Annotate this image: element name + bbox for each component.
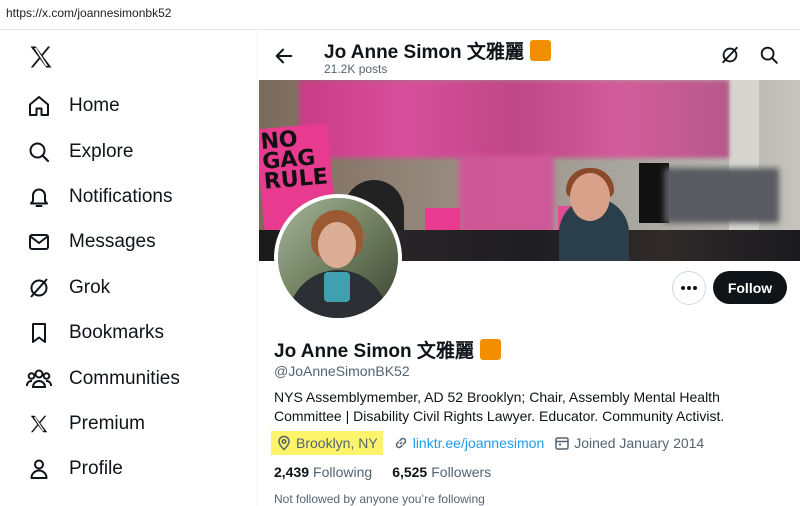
back-arrow-icon[interactable]	[273, 45, 295, 67]
sidebar-item-label: Home	[69, 95, 120, 116]
grok-icon[interactable]	[719, 44, 741, 66]
sidebar-item-label: Communities	[69, 368, 180, 389]
location-pin-icon	[276, 435, 292, 451]
sidebar-item-notifications[interactable]: Notifications	[16, 177, 173, 217]
following-link[interactable]: 2,439 Following	[274, 464, 372, 480]
profile-header-bar: Jo Anne Simon 文雅麗 21.2K posts	[259, 31, 800, 80]
followers-count: 6,525	[392, 464, 428, 480]
following-count: 2,439	[274, 464, 310, 480]
avatar-face	[318, 222, 356, 268]
ellipsis-icon	[681, 286, 697, 290]
affiliate-badge	[529, 40, 551, 61]
person-icon	[26, 456, 52, 482]
profile-link-item[interactable]: linktr.ee/joannesimon	[393, 435, 545, 451]
grok-icon	[26, 275, 52, 301]
sidebar-item-home[interactable]: Home	[16, 86, 120, 126]
location-text: Brooklyn, NY	[296, 435, 378, 451]
more-options-button[interactable]	[672, 271, 706, 305]
follow-button[interactable]: Follow	[713, 271, 787, 304]
search-icon	[26, 139, 52, 165]
not-followed-note: Not followed by anyone you’re following	[274, 492, 485, 506]
sidebar-item-messages[interactable]: Messages	[16, 222, 156, 262]
envelope-icon	[26, 229, 52, 255]
profile-name: Jo Anne Simon 文雅麗	[274, 341, 474, 362]
followers-link[interactable]: 6,525 Followers	[392, 464, 491, 480]
sidebar-item-label: Profile	[69, 458, 123, 479]
address-bar[interactable]: https://x.com/joannesimonbk52	[0, 0, 800, 30]
profile-meta: Brooklyn, NY linktr.ee/joannesimon Joine…	[271, 430, 704, 456]
banner-blurred-area	[299, 80, 729, 158]
avatar-shirt	[324, 272, 350, 302]
sidebar-item-label: Grok	[69, 277, 111, 298]
sidebar-item-profile[interactable]: Profile	[16, 449, 123, 489]
profile-bio: NYS Assemblymember, AD 52 Brooklyn; Chai…	[274, 389, 725, 424]
sidebar-item-label: Premium	[69, 413, 146, 434]
url-text[interactable]: https://x.com/joannesimonbk52	[6, 6, 171, 20]
sidebar: Home Explore Notifications Messages Grok…	[0, 31, 258, 506]
header-name: Jo Anne Simon 文雅麗	[324, 42, 524, 63]
sidebar-item-bookmarks[interactable]: Bookmarks	[16, 313, 164, 353]
sidebar-item-label: Bookmarks	[69, 322, 165, 343]
bell-icon	[26, 184, 52, 210]
x-logo-icon[interactable]	[27, 43, 55, 71]
following-label: Following	[313, 464, 373, 480]
header-title: Jo Anne Simon 文雅麗	[324, 37, 551, 64]
calendar-icon	[554, 435, 570, 451]
bookmark-icon	[26, 320, 52, 346]
sidebar-item-grok[interactable]: Grok	[16, 268, 110, 308]
profile-link[interactable]: linktr.ee/joannesimon	[413, 435, 545, 451]
sidebar-item-label: Notifications	[69, 186, 173, 207]
affiliate-badge	[479, 339, 501, 360]
profile-handle: @JoAnneSimonBK52	[274, 363, 410, 379]
banner-speaker-face	[570, 173, 610, 221]
sidebar-item-communities[interactable]: Communities	[16, 359, 180, 399]
banner-blurred-area	[459, 155, 554, 235]
sidebar-item-label: Messages	[69, 231, 156, 252]
banner-blurred-area	[664, 168, 779, 223]
followers-label: Followers	[431, 464, 492, 480]
sidebar-item-explore[interactable]: Explore	[16, 132, 133, 172]
people-icon	[26, 366, 52, 392]
profile-joined: Joined January 2014	[554, 435, 704, 451]
post-count: 21.2K posts	[324, 62, 388, 76]
profile-name-row: Jo Anne Simon 文雅麗	[274, 336, 501, 363]
profile-main: Jo Anne Simon 文雅麗 21.2K posts NO GAG RUL…	[259, 31, 800, 506]
joined-text: Joined January 2014	[574, 435, 705, 451]
home-icon	[26, 93, 52, 119]
follow-counts: 2,439 Following 6,525 Followers	[274, 464, 511, 480]
sidebar-item-premium[interactable]: Premium	[16, 404, 145, 444]
sidebar-item-label: Explore	[69, 141, 134, 162]
profile-location: Brooklyn, NY	[271, 431, 383, 455]
search-icon[interactable]	[758, 44, 780, 66]
avatar[interactable]	[274, 194, 402, 322]
link-icon	[393, 435, 409, 451]
x-logo-icon	[26, 411, 52, 437]
